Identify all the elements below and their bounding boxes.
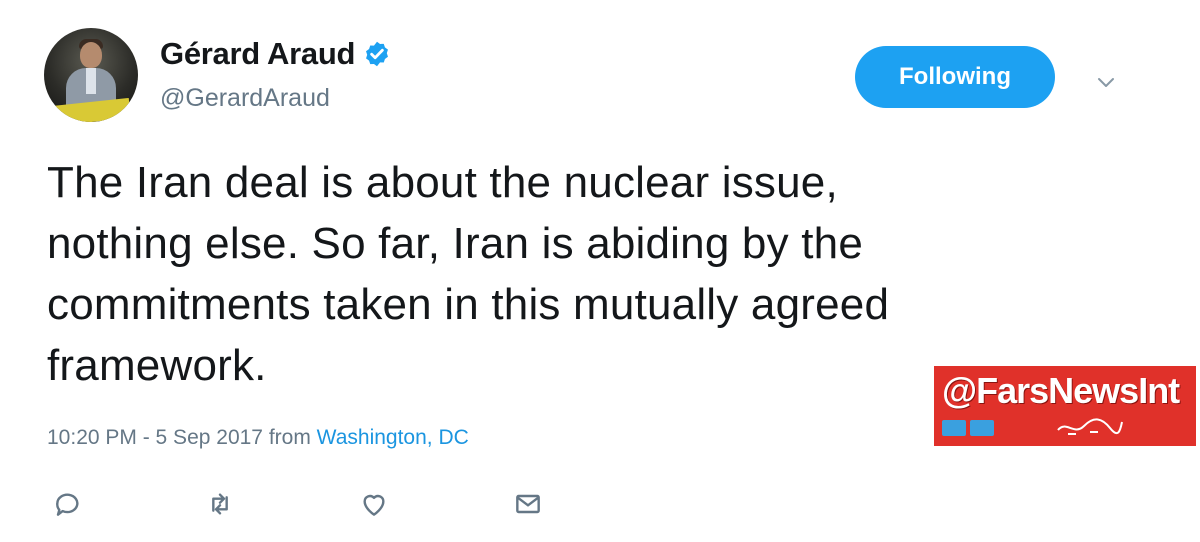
author-name-row: Gérard Araud bbox=[160, 36, 391, 72]
reply-icon[interactable] bbox=[52, 488, 84, 520]
twitter-icon bbox=[970, 420, 994, 436]
tweet-line: framework. bbox=[47, 341, 267, 390]
like-icon[interactable] bbox=[358, 488, 390, 520]
tweet-timestamp[interactable]: 10:20 PM - 5 Sep 2017 bbox=[47, 426, 263, 449]
tweet-location[interactable]: Washington, DC bbox=[317, 426, 469, 449]
tweet-line: nothing else. So far, Iran is abiding by… bbox=[47, 219, 863, 268]
tweet-text: The Iran deal is about the nuclear issue… bbox=[47, 152, 1127, 396]
avatar-head bbox=[80, 42, 102, 68]
avatar-desk bbox=[51, 97, 131, 122]
farsnews-watermark: @FarsNewsInt bbox=[934, 366, 1196, 446]
watermark-script-logo bbox=[1057, 418, 1123, 435]
following-button[interactable]: Following bbox=[855, 46, 1055, 108]
tweet-line: The Iran deal is about the nuclear issue… bbox=[47, 158, 838, 207]
author-handle[interactable]: @GerardAraud bbox=[160, 84, 330, 113]
verified-badge-icon bbox=[366, 41, 389, 67]
telegram-icon bbox=[942, 420, 966, 436]
avatar[interactable] bbox=[44, 28, 138, 122]
tweet-line: commitments taken in this mutually agree… bbox=[47, 280, 890, 329]
from-label: from bbox=[268, 426, 311, 449]
tweet-meta: 10:20 PM - 5 Sep 2017 from Washington, D… bbox=[47, 426, 469, 450]
watermark-text: @FarsNewsInt bbox=[942, 370, 1180, 411]
retweet-icon[interactable] bbox=[204, 488, 236, 520]
author-name[interactable]: Gérard Araud bbox=[160, 36, 355, 72]
message-icon[interactable] bbox=[512, 488, 544, 520]
watermark-social-icons bbox=[942, 420, 994, 436]
chevron-down-icon[interactable] bbox=[1094, 70, 1118, 94]
avatar-shirt bbox=[86, 68, 96, 94]
